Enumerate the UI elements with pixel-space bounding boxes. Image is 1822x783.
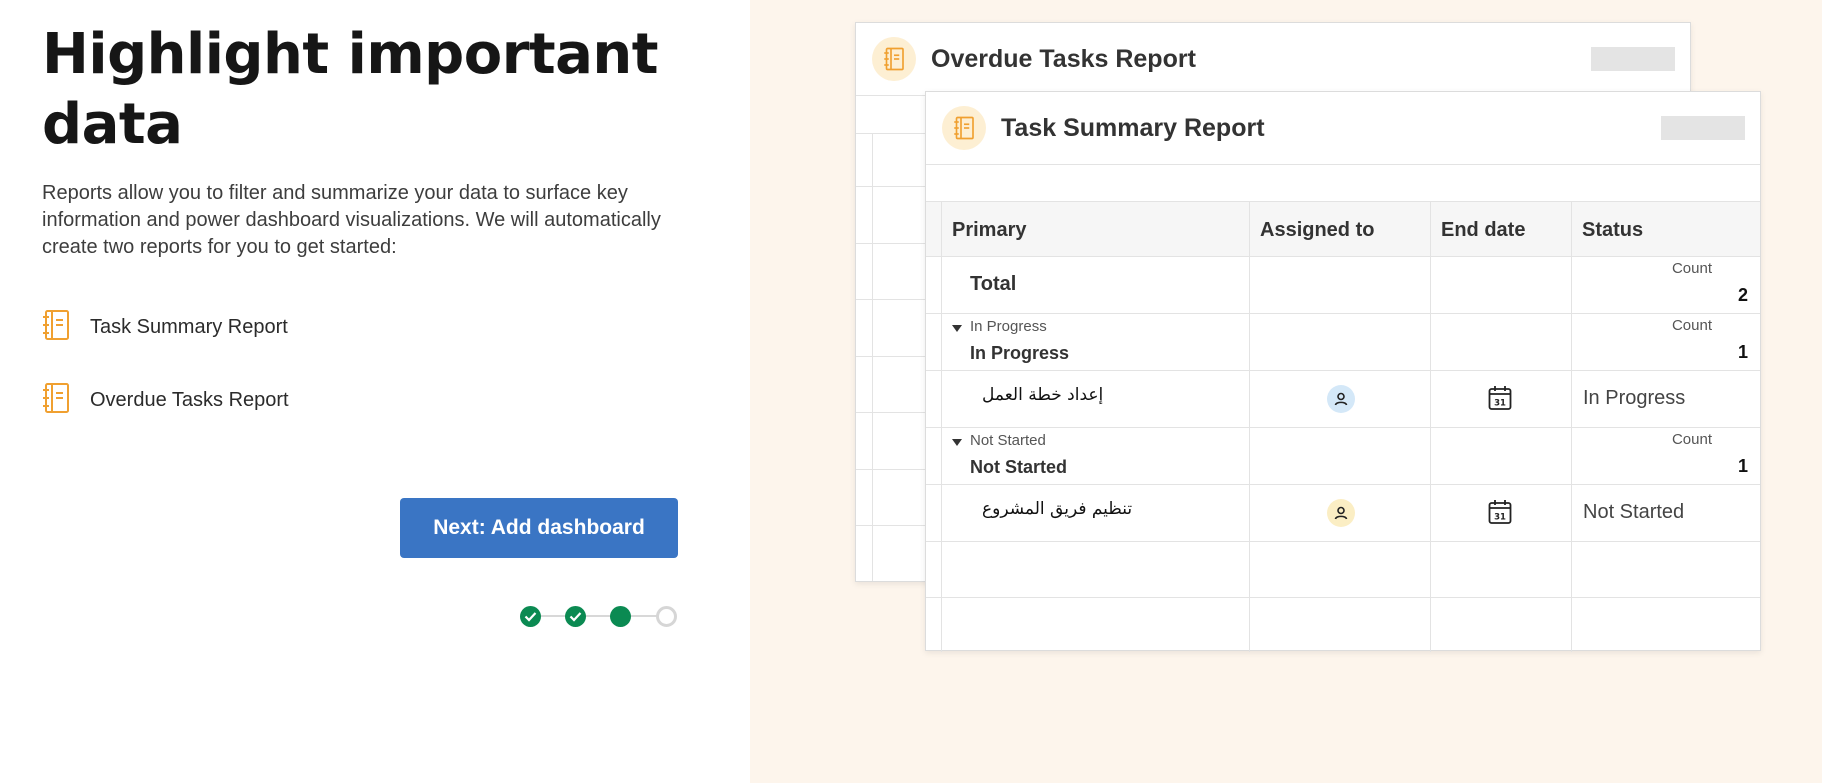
table-row[interactable]: تنظيم فريق المشروع 31 Not Started <box>926 485 1760 542</box>
count-label: Count <box>1671 317 1712 334</box>
column-header-end-date[interactable]: End date <box>1441 219 1525 242</box>
total-count: 2 <box>1737 285 1748 305</box>
group-label-small: In Progress <box>970 318 1047 335</box>
report-list-item-task-summary: Task Summary Report <box>42 307 288 347</box>
summary-report-table: Primary Assigned to End date Status Tota… <box>926 165 1760 652</box>
group-row-in-progress: In Progress In Progress Count 1 <box>926 314 1760 371</box>
intro-panel: Highlight important data Reports allow y… <box>0 0 750 783</box>
count-label: Count <box>1671 260 1712 277</box>
next-add-dashboard-button[interactable]: Next: Add dashboard <box>400 498 678 558</box>
report-book-icon <box>872 37 916 81</box>
group-count: 1 <box>1737 342 1748 362</box>
task-name[interactable]: إعداد خطة العمل <box>982 385 1103 405</box>
group-label-small: Not Started <box>970 432 1046 449</box>
table-row[interactable]: إعداد خطة العمل 31 In Progress <box>926 371 1760 428</box>
page-description: Reports allow you to filter and summariz… <box>42 182 661 258</box>
step-1-complete <box>520 606 541 627</box>
check-icon <box>524 612 537 622</box>
report-book-icon <box>942 106 986 150</box>
card-placeholder-bar <box>1661 116 1745 140</box>
table-row-empty[interactable] <box>926 542 1760 598</box>
report-book-icon <box>42 309 70 346</box>
column-header-status[interactable]: Status <box>1582 219 1643 242</box>
calendar-icon[interactable]: 31 <box>1488 385 1512 416</box>
svg-text:31: 31 <box>1494 399 1506 409</box>
status-value[interactable]: In Progress <box>1583 387 1685 410</box>
report-list-item-overdue-tasks: Overdue Tasks Report <box>42 380 289 420</box>
progress-stepper <box>520 604 680 628</box>
report-book-icon <box>42 382 70 419</box>
column-header-primary[interactable]: Primary <box>952 219 1027 242</box>
user-avatar-icon[interactable] <box>1327 385 1355 413</box>
page-title: Highlight important data <box>42 22 659 157</box>
step-4-pending <box>656 606 677 627</box>
user-avatar-icon[interactable] <box>1327 499 1355 527</box>
card-header: Overdue Tasks Report <box>856 23 1690 96</box>
group-label: In Progress <box>970 343 1070 363</box>
group-count: 1 <box>1737 456 1748 476</box>
card-title: Task Summary Report <box>1001 113 1265 142</box>
group-row-not-started: Not Started Not Started Count 1 <box>926 428 1760 485</box>
step-2-complete <box>565 606 586 627</box>
group-label: Not Started <box>970 457 1068 477</box>
column-header-assigned-to[interactable]: Assigned to <box>1260 219 1374 242</box>
report-list-label: Task Summary Report <box>90 315 288 338</box>
preview-panel: Overdue Tasks Report Task Summary Report… <box>750 0 1822 783</box>
total-row: Total Count 2 <box>926 257 1760 314</box>
table-toolbar <box>926 165 1760 202</box>
table-header-row: Primary Assigned to End date Status <box>926 202 1760 257</box>
card-header: Task Summary Report <box>926 92 1760 165</box>
task-name[interactable]: تنظيم فريق المشروع <box>982 499 1132 519</box>
total-label: Total <box>970 273 1017 295</box>
svg-text:31: 31 <box>1494 513 1506 523</box>
check-icon <box>569 612 582 622</box>
card-title: Overdue Tasks Report <box>931 44 1196 73</box>
report-list-label: Overdue Tasks Report <box>90 388 289 411</box>
table-row-empty[interactable] <box>926 598 1760 652</box>
step-3-current <box>610 606 631 627</box>
collapse-caret-icon[interactable] <box>952 325 962 332</box>
card-placeholder-bar <box>1591 47 1675 71</box>
status-value[interactable]: Not Started <box>1583 501 1684 524</box>
stepper-track <box>540 615 660 617</box>
count-label: Count <box>1671 431 1712 448</box>
calendar-icon[interactable]: 31 <box>1488 499 1512 530</box>
collapse-caret-icon[interactable] <box>952 439 962 446</box>
task-summary-report-card: Task Summary Report Primary Assigned to … <box>925 91 1761 652</box>
